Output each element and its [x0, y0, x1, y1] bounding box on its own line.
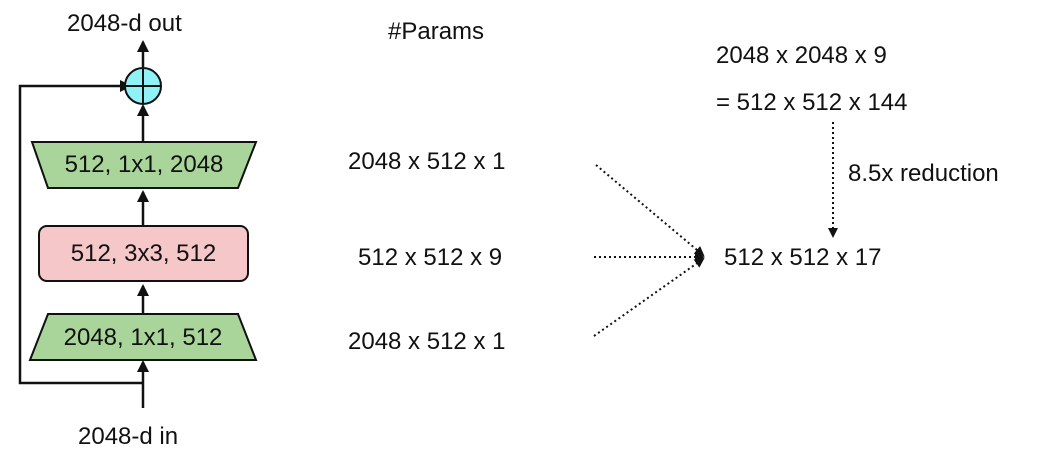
params-row-2: 512 x 512 x 9	[358, 244, 503, 271]
original-params-line2: = 512 x 512 x 144	[716, 89, 908, 116]
input-label: 2048-d in	[78, 423, 179, 450]
adder-icon	[124, 67, 162, 105]
conv-block-bottom-label: 2048, 1x1, 512	[63, 324, 223, 351]
dotted-arrow-row1	[595, 164, 705, 257]
conv-block-middle-label: 512, 3x3, 512	[70, 240, 217, 267]
params-row-3: 2048 x 512 x 1	[348, 328, 506, 355]
original-params-line1: 2048 x 2048 x 9	[716, 42, 887, 69]
dotted-arrow-row3	[593, 257, 705, 337]
params-row-1: 2048 x 512 x 1	[348, 148, 506, 175]
params-header: #Params	[388, 18, 485, 45]
diagram-canvas	[18, 40, 838, 408]
result-params: 512 x 512 x 17	[724, 244, 882, 271]
conv-block-top-label: 512, 1x1, 2048	[64, 151, 224, 178]
reduction-label: 8.5x reduction	[848, 160, 999, 187]
output-label: 2048-d out	[67, 10, 182, 37]
